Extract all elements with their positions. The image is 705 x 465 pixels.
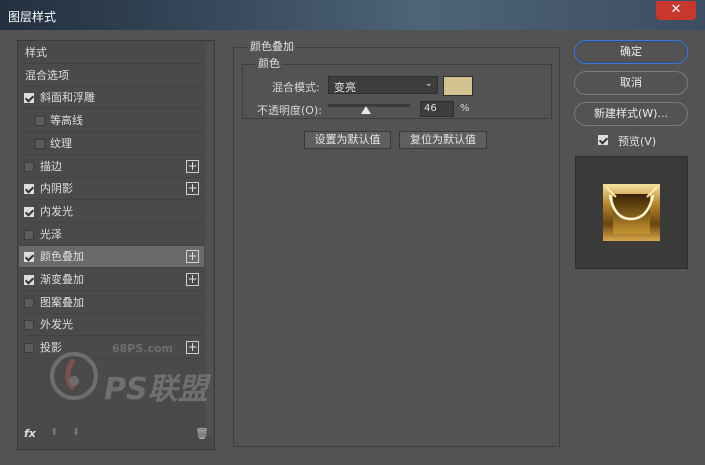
ok-button[interactable]: 确定 bbox=[574, 40, 688, 64]
opacity-label: 不透明度(O): bbox=[257, 104, 322, 117]
style-item-6[interactable]: 内阴影 + bbox=[19, 178, 204, 201]
add-effect-icon[interactable]: + bbox=[186, 182, 199, 196]
style-item-label: 颜色叠加 bbox=[40, 250, 84, 264]
add-effect-icon[interactable]: + bbox=[186, 273, 199, 286]
style-item-label: 描边 bbox=[40, 159, 62, 173]
style-item-checkbox[interactable] bbox=[35, 116, 45, 127]
style-item-label: 内发光 bbox=[40, 204, 73, 218]
style-item-1[interactable]: 混合选项 bbox=[19, 65, 204, 87]
style-item-3[interactable]: 等高线 bbox=[19, 110, 204, 133]
fx-menu-button[interactable]: fx bbox=[24, 427, 36, 440]
window-title: 图层样式 bbox=[8, 10, 57, 24]
style-item-checkbox[interactable] bbox=[24, 161, 34, 172]
color-subgroup-title: 颜色 bbox=[256, 55, 282, 71]
style-item-4[interactable]: 纹理 bbox=[19, 133, 204, 155]
cancel-button[interactable]: 取消 bbox=[574, 71, 688, 95]
style-item-label: 渐变叠加 bbox=[40, 273, 84, 286]
style-item-checkbox[interactable] bbox=[24, 275, 34, 285]
add-effect-icon[interactable]: + bbox=[186, 250, 199, 264]
style-item-checkbox[interactable] bbox=[24, 184, 34, 195]
style-item-checkbox[interactable] bbox=[24, 229, 34, 240]
blend-mode-select[interactable]: 变亮 ⌄ bbox=[328, 76, 438, 94]
watermark-site: 68PS.com bbox=[112, 342, 174, 355]
color-overlay-title: 颜色叠加 bbox=[248, 38, 296, 54]
title-bar: 图层样式 ✕ bbox=[0, 0, 705, 30]
reset-default-button[interactable]: 复位为默认值 bbox=[399, 131, 487, 149]
style-item-7[interactable]: 内发光 bbox=[19, 201, 204, 223]
move-down-icon[interactable]: ⬇ bbox=[72, 427, 80, 438]
style-item-label: 图案叠加 bbox=[40, 295, 84, 309]
style-item-9[interactable]: 颜色叠加 + bbox=[19, 246, 204, 269]
watermark-brand: PS联盟 bbox=[104, 372, 208, 407]
style-item-checkbox[interactable] bbox=[24, 252, 34, 263]
new-style-button[interactable]: 新建样式(W)... bbox=[574, 102, 688, 126]
style-preview bbox=[575, 156, 688, 269]
style-item-label: 纹理 bbox=[50, 136, 72, 150]
blend-mode-value: 变亮 bbox=[334, 81, 356, 94]
add-effect-icon[interactable]: + bbox=[186, 159, 199, 173]
style-item-checkbox[interactable] bbox=[24, 93, 34, 104]
style-item-label: 等高线 bbox=[50, 114, 83, 128]
layer-style-dialog: 图层样式 ✕ 样式 混合选项 斜面和浮雕 等高线 纹理 描边 + 内阴影 + 内发光 光泽 颜色叠加 +… bbox=[0, 0, 705, 465]
preview-checkbox[interactable] bbox=[598, 135, 608, 145]
opacity-input[interactable]: 46 bbox=[420, 101, 454, 117]
overlay-color-swatch[interactable] bbox=[443, 76, 473, 96]
blend-mode-label: 混合模式: bbox=[272, 81, 320, 94]
style-item-11[interactable]: 图案叠加 bbox=[19, 292, 204, 314]
style-item-label: 斜面和浮雕 bbox=[40, 91, 95, 105]
opacity-percent-sign: % bbox=[460, 103, 470, 114]
style-item-checkbox[interactable] bbox=[24, 206, 34, 217]
style-item-0[interactable]: 样式 bbox=[19, 42, 204, 64]
preview-label: 预览(V) bbox=[618, 135, 657, 148]
style-item-checkbox[interactable] bbox=[24, 320, 34, 331]
watermark-logo: 68PS.com PS联盟 bbox=[44, 336, 214, 426]
chevron-down-icon: ⌄ bbox=[424, 78, 433, 89]
style-item-label: 光泽 bbox=[40, 227, 62, 241]
style-list-footer: fx ⬆ ⬇ 🗑 bbox=[22, 427, 212, 443]
style-item-label: 样式 bbox=[25, 46, 47, 59]
style-item-5[interactable]: 描边 + bbox=[19, 156, 204, 178]
gold-bevel-preview-image bbox=[603, 184, 660, 241]
close-button[interactable]: ✕ bbox=[656, 1, 696, 20]
style-item-checkbox[interactable] bbox=[24, 343, 34, 354]
set-default-button[interactable]: 设置为默认值 bbox=[304, 131, 391, 149]
style-item-checkbox[interactable] bbox=[24, 297, 34, 308]
style-item-8[interactable]: 光泽 bbox=[19, 224, 204, 246]
style-item-2[interactable]: 斜面和浮雕 bbox=[19, 87, 204, 110]
delete-effect-icon[interactable]: 🗑 bbox=[195, 427, 209, 440]
style-item-10[interactable]: 渐变叠加 + bbox=[19, 269, 204, 291]
move-up-icon[interactable]: ⬆ bbox=[50, 427, 58, 438]
style-item-12[interactable]: 外发光 bbox=[19, 314, 204, 337]
style-item-label: 混合选项 bbox=[25, 68, 69, 82]
style-item-label: 内阴影 bbox=[40, 182, 73, 196]
style-item-checkbox[interactable] bbox=[35, 138, 45, 149]
opacity-slider-thumb[interactable] bbox=[360, 106, 371, 114]
style-item-label: 外发光 bbox=[40, 318, 73, 332]
